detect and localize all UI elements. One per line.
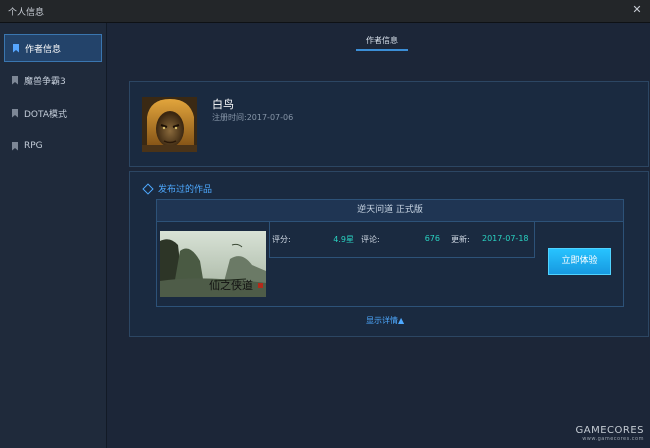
main-panel: 作者信息 白鸟 注册时间:2017-07-06 发布过的作品 逆天问道 正式版 … — [107, 23, 650, 448]
profile-card: 白鸟 注册时间:2017-07-06 — [129, 81, 649, 167]
show-details-link[interactable]: 显示详情▲ — [366, 315, 404, 326]
profile-name: 白鸟 — [212, 98, 234, 111]
registration-date: 注册时间:2017-07-06 — [212, 113, 294, 122]
close-icon[interactable]: ✕ — [630, 3, 644, 17]
works-heading: 发布过的作品 — [142, 182, 213, 195]
game-title: 逆天问道 正式版 — [157, 200, 623, 222]
reviews-label: 评论: — [361, 235, 380, 244]
sidebar-item-label: DOTA模式 — [24, 109, 67, 120]
bookmark-icon — [12, 75, 18, 85]
works-card: 发布过的作品 逆天问道 正式版 仙之侠道 评分: 4.9星 评论: 676 更新… — [129, 171, 649, 337]
bookmark-icon — [12, 141, 18, 151]
updated-label: 更新: — [451, 235, 470, 244]
window-title: 个人信息 — [8, 8, 45, 18]
watermark-subtext: www.gamecores.com — [582, 436, 644, 442]
works-heading-label: 发布过的作品 — [158, 185, 213, 195]
rating-label: 评分: — [272, 235, 291, 244]
watermark-logo: GAMECORES www.gamecores.com — [575, 425, 644, 442]
game-entry: 逆天问道 正式版 仙之侠道 评分: 4.9星 评论: 676 更新: 2017-… — [156, 199, 624, 307]
game-thumbnail[interactable]: 仙之侠道 — [160, 231, 266, 297]
play-now-button[interactable]: 立即体验 — [548, 248, 611, 275]
watermark-text: GAMECORES — [575, 425, 644, 436]
bookmark-icon — [13, 43, 19, 53]
sidebar: 作者信息 魔兽争霸3 DOTA模式 RPG — [0, 23, 107, 448]
diamond-icon — [142, 182, 154, 195]
sidebar-item-label: 魔兽争霸3 — [24, 76, 66, 87]
sidebar-item-author-info[interactable]: 作者信息 — [4, 34, 102, 62]
rating-value: 4.9星 — [333, 235, 354, 244]
game-stats: 评分: 4.9星 评论: 676 更新: 2017-07-18 — [269, 221, 535, 258]
sidebar-item-warcraft3[interactable]: 魔兽争霸3 — [4, 67, 100, 93]
svg-text:仙之侠道: 仙之侠道 — [209, 278, 253, 292]
bookmark-icon — [12, 108, 18, 118]
updated-value: 2017-07-18 — [482, 234, 529, 243]
tab-author-info[interactable]: 作者信息 — [356, 35, 408, 51]
reviews-value: 676 — [424, 234, 440, 243]
title-bar: 个人信息 ✕ — [0, 0, 650, 23]
sidebar-item-label: RPG — [24, 141, 43, 151]
sidebar-item-rpg[interactable]: RPG — [4, 133, 100, 159]
avatar — [142, 97, 197, 152]
sidebar-item-dota[interactable]: DOTA模式 — [4, 100, 100, 126]
tab-bar: 作者信息 — [107, 23, 650, 59]
sidebar-item-label: 作者信息 — [25, 44, 62, 55]
